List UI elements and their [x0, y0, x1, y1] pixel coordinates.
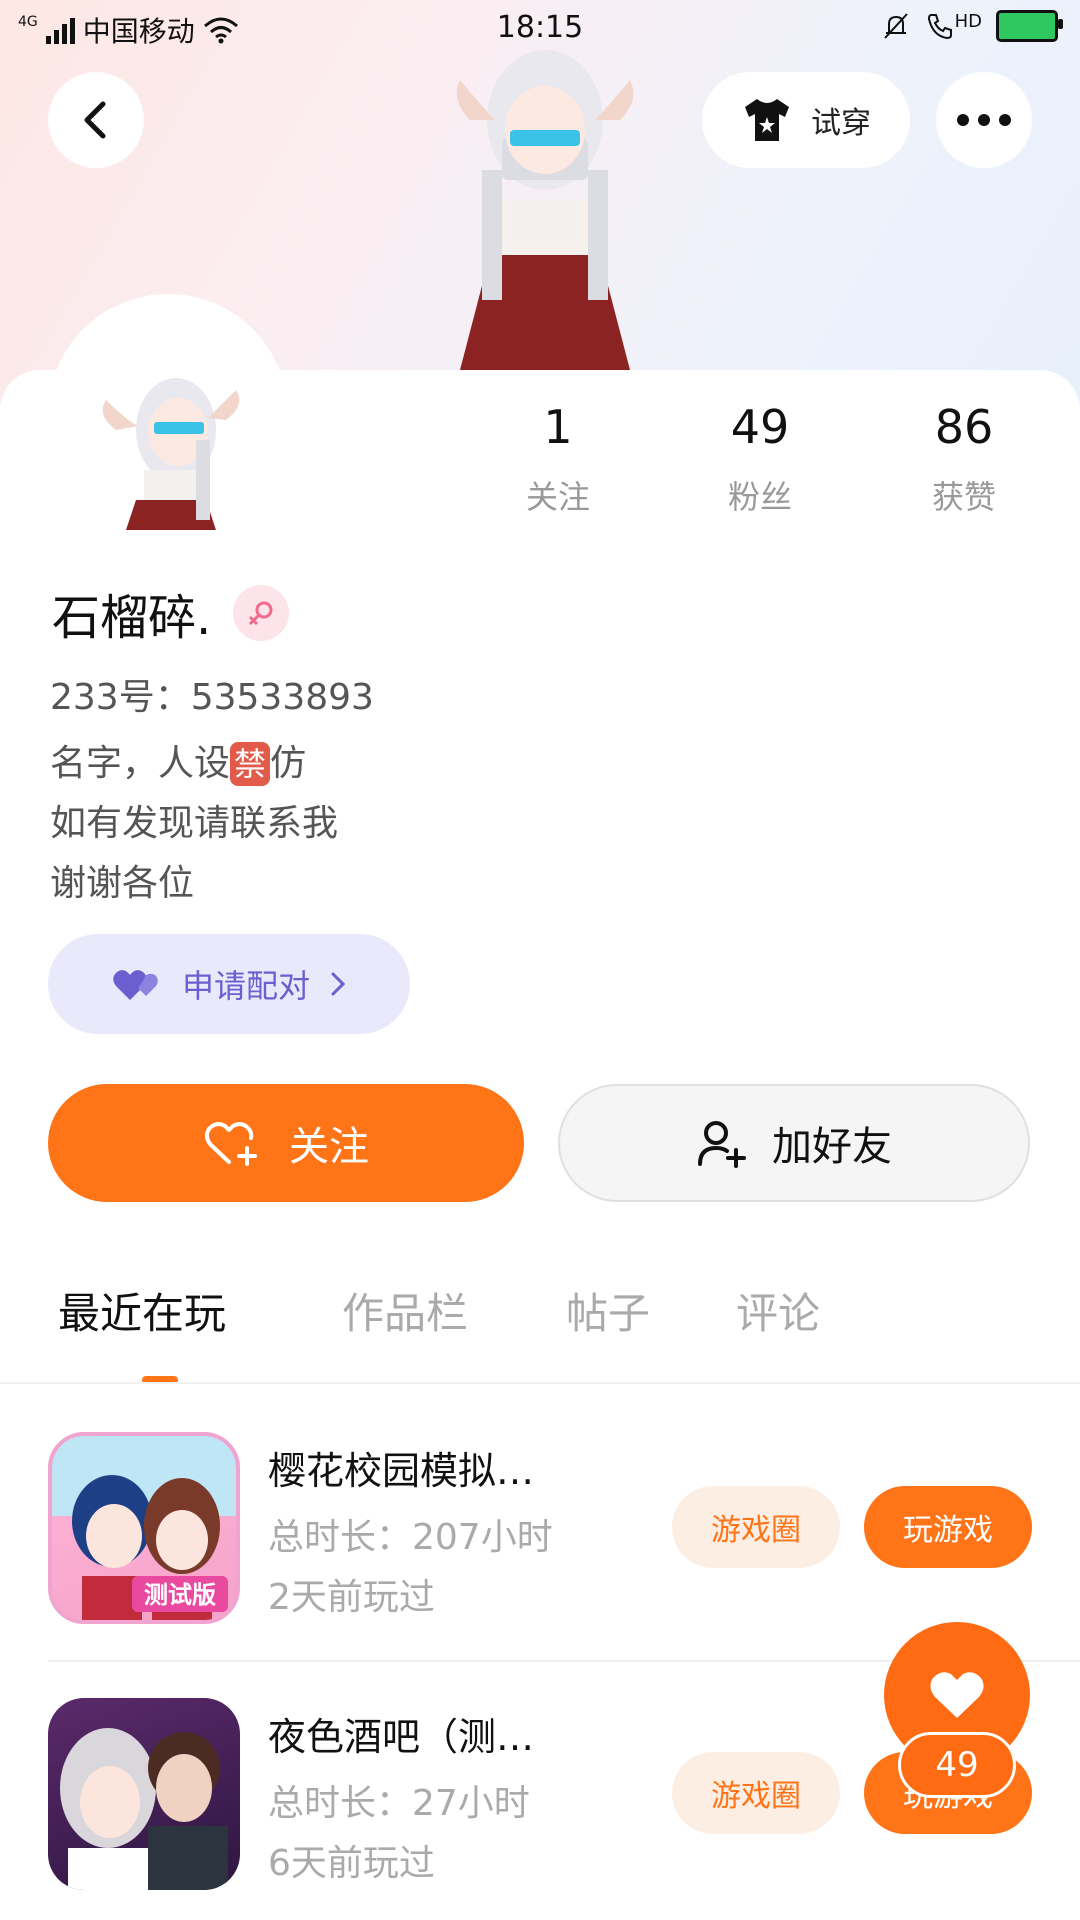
game-icon[interactable] [48, 1698, 240, 1890]
tabs-divider [0, 1382, 1080, 1384]
bio-line-3: 谢谢各位 [50, 863, 195, 904]
chevron-right-icon [331, 972, 346, 996]
tab-comments[interactable]: 评论 [736, 1280, 820, 1341]
heart-plus-icon [204, 1122, 257, 1166]
avatar[interactable] [96, 360, 246, 530]
stat-fans[interactable]: 49 粉丝 [680, 400, 840, 518]
status-bar: 4G 中国移动 18:15 HD [0, 0, 1080, 56]
stat-following[interactable]: 1 关注 [478, 400, 638, 518]
heart-icon [930, 1672, 984, 1718]
game-item[interactable]: 测试版 樱花校园模拟… 总时长：207小时 2天前玩过 游戏圈 玩游戏 [48, 1432, 1048, 1632]
game-icon[interactable]: 测试版 [48, 1432, 240, 1624]
double-heart-icon [113, 970, 158, 1000]
add-friend-label: 加好友 [772, 1124, 892, 1170]
try-on-button[interactable]: 试穿 [702, 72, 910, 168]
game-last-played: 6天前玩过 [268, 1843, 435, 1884]
profile-tabs: 最近在玩 作品栏 帖子 评论 [0, 1280, 1080, 1384]
bio-text-b: 仿 [270, 743, 307, 784]
game-duration: 总时长：27小时 [268, 1783, 530, 1824]
apply-pairing-button[interactable]: 申请配对 [48, 934, 410, 1034]
add-friend-button[interactable]: 加好友 [558, 1084, 1030, 1202]
fans-count: 49 [730, 400, 790, 454]
following-label: 关注 [525, 478, 590, 516]
game-meta: 总时长：207小时 2天前玩过 [268, 1508, 553, 1628]
follow-label: 关注 [289, 1124, 369, 1170]
user-bio: 名字，人设禁仿 如有发现请联系我 谢谢各位 [50, 734, 338, 914]
user-name: 石榴碎. [52, 590, 212, 646]
battery-icon [996, 10, 1063, 42]
shirt-icon [745, 99, 789, 141]
user-id: 233号：53533893 [50, 677, 374, 718]
back-button[interactable] [48, 72, 144, 168]
tab-works[interactable]: 作品栏 [342, 1280, 468, 1341]
game-meta: 总时长：27小时 6天前玩过 [268, 1774, 530, 1894]
bio-line-1: 名字，人设禁仿 [50, 734, 338, 794]
game-circle-button[interactable]: 游戏圈 [672, 1752, 840, 1834]
volte-indicator: HD [925, 11, 982, 41]
more-dots-icon [957, 114, 1011, 126]
fans-label: 粉丝 [727, 478, 792, 516]
name-row: 石榴碎. [52, 578, 290, 648]
add-user-icon [698, 1121, 746, 1168]
game-circle-button[interactable]: 游戏圈 [672, 1486, 840, 1568]
phone-icon [927, 14, 952, 40]
apply-pairing-label: 申请配对 [181, 967, 310, 1005]
likes-label: 获赞 [931, 478, 996, 516]
bell-muted-icon [883, 13, 908, 39]
profile-stats: 1 关注 49 粉丝 86 获赞 [460, 400, 1060, 530]
bio-line-2: 如有发现请联系我 [50, 803, 339, 844]
ban-emoji: 禁 [230, 742, 271, 786]
tab-recently-played[interactable]: 最近在玩 [58, 1280, 226, 1341]
game-title: 夜色酒吧（测… [268, 1715, 535, 1759]
tab-posts[interactable]: 帖子 [566, 1280, 650, 1341]
bio-text-a: 名字，人设 [50, 743, 231, 784]
stat-likes[interactable]: 86 获赞 [884, 400, 1044, 518]
avatar-figure [440, 50, 650, 370]
more-button[interactable] [936, 72, 1032, 168]
follow-button[interactable]: 关注 [48, 1084, 524, 1202]
likes-count: 86 [934, 400, 994, 454]
following-count: 1 [543, 400, 573, 454]
female-icon [233, 585, 290, 641]
like-count-badge: 49 [898, 1732, 1016, 1798]
chevron-left-icon [84, 101, 106, 139]
game-last-played: 2天前玩过 [268, 1577, 435, 1618]
hd-label: HD [954, 11, 982, 32]
play-game-button[interactable]: 玩游戏 [864, 1486, 1032, 1568]
try-on-label: 试穿 [811, 106, 871, 141]
game-duration: 总时长：207小时 [268, 1517, 553, 1558]
status-right: HD [881, 10, 1063, 42]
game-icon-badge: 测试版 [144, 1581, 216, 1609]
game-title: 樱花校园模拟… [268, 1449, 535, 1493]
